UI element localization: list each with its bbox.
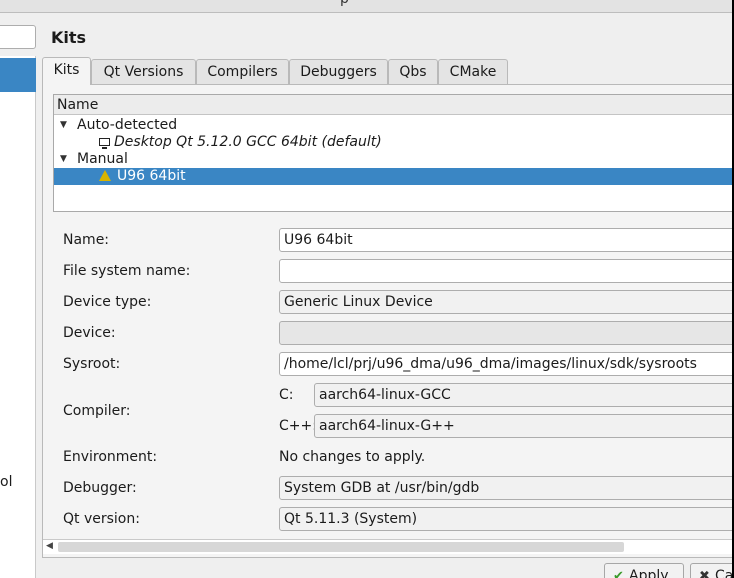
window-title: p [340, 0, 349, 7]
category-item-selected[interactable] [0, 58, 36, 92]
apply-label: Apply [629, 568, 669, 578]
kit-label: U96 64bit [117, 168, 186, 184]
compiler-c-label: C: [279, 387, 294, 403]
tab-kits[interactable]: Kits [42, 57, 91, 85]
environment-label: Environment: [63, 449, 158, 465]
title-bar: p [0, 0, 732, 13]
scrollbar-thumb[interactable] [58, 542, 624, 552]
monitor-icon [99, 138, 110, 149]
debugger-select[interactable]: System GDB at /usr/bin/gdb [279, 476, 732, 500]
category-item-label[interactable]: ol [0, 474, 12, 490]
warning-icon [99, 169, 111, 181]
compiler-cpp-label: C++: [279, 418, 317, 434]
name-field[interactable]: U96 64bit [279, 228, 732, 252]
tab-compilers[interactable]: Compilers [196, 59, 289, 84]
tab-debuggers[interactable]: Debuggers [289, 59, 388, 84]
cancel-button[interactable]: ✖ Ca [690, 563, 732, 578]
filter-input[interactable] [0, 25, 36, 49]
device-type-label: Device type: [63, 294, 152, 310]
sysroot-label: Sysroot: [63, 356, 121, 372]
fs-name-field[interactable] [279, 259, 732, 283]
u96-kit-cell: U96 64bit [99, 168, 186, 185]
tab-qbs[interactable]: Qbs [388, 59, 438, 84]
tree-header-name[interactable]: Name [54, 95, 732, 115]
cancel-label: Ca [715, 568, 732, 578]
tab-qt-versions[interactable]: Qt Versions [91, 59, 196, 84]
close-icon: ✖ [699, 569, 710, 578]
page-title: Kits [51, 28, 87, 47]
name-label: Name: [63, 232, 110, 248]
expand-arrow-icon[interactable]: ▼ [60, 117, 67, 134]
sysroot-field[interactable]: /home/lcl/prj/u96_dma/u96_dma/images/lin… [279, 352, 732, 376]
horizontal-scrollbar[interactable]: ◀ [43, 539, 732, 554]
kit-tree[interactable]: Name ▼ Auto-detected Desktop Qt 5.12.0 G… [53, 94, 732, 212]
options-dialog: p ol Kits Kits Qt Versions Compilers Deb… [0, 0, 732, 578]
tree-item-desktop-kit[interactable]: Desktop Qt 5.12.0 GCC 64bit (default) [54, 134, 732, 151]
group-label: Auto-detected [77, 117, 178, 133]
compiler-c-select[interactable]: aarch64-linux-GCC [314, 383, 732, 407]
kit-label: Desktop Qt 5.12.0 GCC 64bit (default) [114, 134, 382, 150]
qt-version-select[interactable]: Qt 5.11.3 (System) [279, 507, 732, 531]
debugger-label: Debugger: [63, 480, 137, 496]
tree-group-manual[interactable]: ▼ Manual [54, 151, 732, 168]
scroll-left-arrow-icon[interactable]: ◀ [46, 541, 53, 551]
checkmark-icon: ✔ [613, 569, 624, 578]
expand-arrow-icon[interactable]: ▼ [60, 151, 67, 168]
tree-group-auto-detected[interactable]: ▼ Auto-detected [54, 117, 732, 134]
device-type-select[interactable]: Generic Linux Device [279, 290, 732, 314]
compiler-cpp-select[interactable]: aarch64-linux-G++ [314, 414, 732, 438]
device-label: Device: [63, 325, 116, 341]
compiler-label: Compiler: [63, 403, 131, 419]
qt-version-label: Qt version: [63, 511, 140, 527]
tab-cmake[interactable]: CMake [438, 59, 508, 84]
category-list[interactable]: ol [0, 56, 36, 578]
environment-value: No changes to apply. [279, 449, 426, 465]
tree-item-u96-kit[interactable]: U96 64bit [54, 168, 732, 185]
desktop-kit-cell: Desktop Qt 5.12.0 GCC 64bit (default) [99, 134, 382, 151]
group-label: Manual [77, 151, 128, 167]
device-select[interactable] [279, 321, 732, 345]
fs-name-label: File system name: [63, 263, 191, 279]
apply-button[interactable]: ✔ Apply [604, 563, 684, 578]
